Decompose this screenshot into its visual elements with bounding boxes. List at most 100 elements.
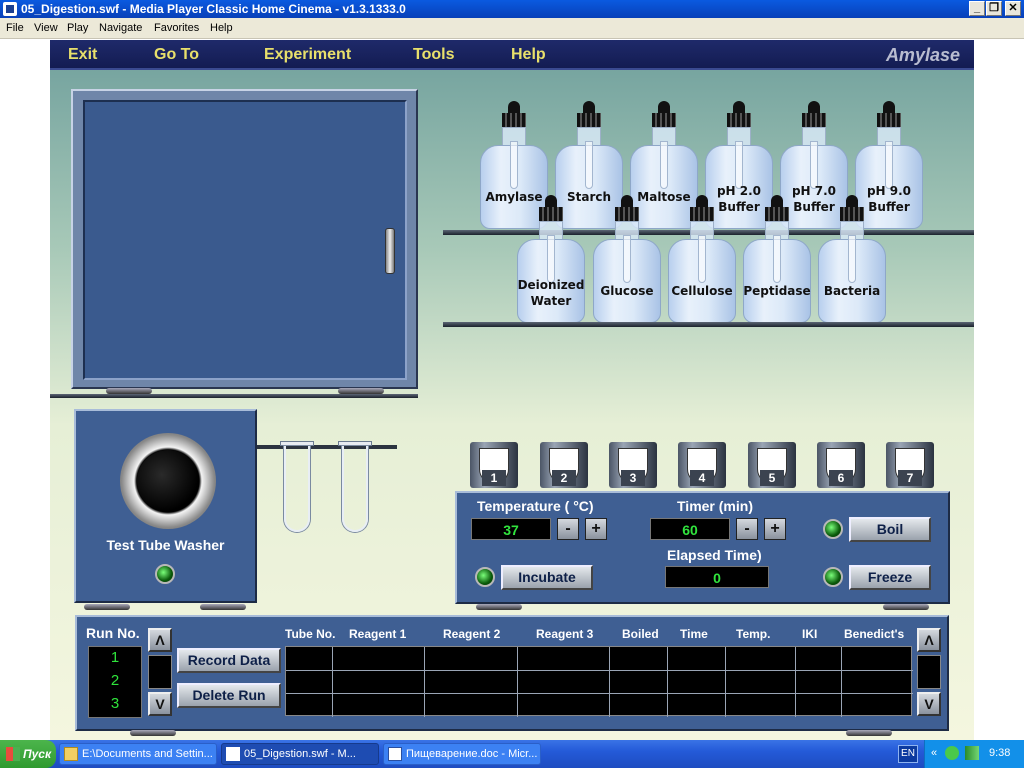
bottle-deionized-water[interactable]: Deionized Water (517, 195, 585, 323)
tube-slot-3[interactable]: 3 (609, 442, 657, 490)
column-header-tube-no: Tube No. (285, 627, 336, 641)
tube-slot-4[interactable]: 4 (678, 442, 726, 490)
menu-play[interactable]: Play (67, 22, 88, 34)
start-button[interactable]: Пуск (0, 740, 56, 768)
tube-slot-2[interactable]: 2 (540, 442, 588, 490)
slot-number: 7 (898, 470, 922, 486)
test-tube[interactable] (280, 441, 314, 533)
table-scroll-track[interactable] (917, 655, 941, 689)
run-item[interactable]: 2 (89, 672, 141, 689)
incubator-cabinet[interactable] (71, 89, 418, 389)
minimize-button[interactable]: _ (969, 1, 985, 16)
tube-slot-6[interactable]: 6 (817, 442, 865, 490)
dropper (660, 141, 668, 189)
dropper (547, 235, 555, 283)
nav-tools[interactable]: Tools (413, 46, 454, 64)
column-header-reagent-2: Reagent 2 (443, 627, 501, 641)
temperature-increase-button[interactable]: + (585, 518, 607, 540)
column-header-reagent-1: Reagent 1 (349, 627, 407, 641)
freeze-button[interactable]: Freeze (849, 565, 931, 590)
incubate-button[interactable]: Incubate (501, 565, 593, 590)
timer-increase-button[interactable]: + (764, 518, 786, 540)
taskbar: Пуск E:\Documents and Settin... 05_Diges… (0, 740, 1024, 768)
column-header-boiled: Boiled (622, 627, 659, 641)
bottle-label: Glucose (600, 284, 654, 298)
dropper (585, 141, 593, 189)
tray-expand-icon[interactable]: « (931, 747, 937, 759)
boil-button[interactable]: Boil (849, 517, 931, 542)
washer-opening[interactable] (120, 433, 216, 529)
cap-ring (765, 207, 789, 221)
bottle-bacteria[interactable]: Bacteria (818, 195, 886, 323)
tube-slot-1[interactable]: 1 (470, 442, 518, 490)
tube-slot-7[interactable]: 7 (886, 442, 934, 490)
maximize-button[interactable]: ❐ (986, 1, 1002, 16)
nav-help[interactable]: Help (511, 46, 546, 64)
run-number-label: Run No. (86, 625, 140, 641)
lower-shelf (443, 322, 974, 327)
tube-glass (284, 446, 310, 532)
table-scroll-down-button[interactable]: V (917, 692, 941, 716)
menu-view[interactable]: View (34, 22, 58, 34)
signal-icon[interactable] (965, 746, 979, 760)
run-item[interactable]: 3 (89, 695, 141, 712)
menu-bar: File View Play Navigate Favorites Help (0, 18, 1024, 39)
taskbar-item-media-player[interactable]: 05_Digestion.swf - M... (221, 743, 379, 765)
results-table[interactable] (285, 646, 913, 717)
taskbar-item-word[interactable]: Пищеварение.doc - Micr... (383, 743, 541, 765)
tube-slot-5[interactable]: 5 (748, 442, 796, 490)
test-tube[interactable] (338, 441, 372, 533)
slot-number: 6 (829, 470, 853, 486)
washer-label: Test Tube Washer (106, 537, 225, 553)
slot-number: 5 (760, 470, 784, 486)
temperature-decrease-button[interactable]: - (557, 518, 579, 540)
table-foot-right (846, 730, 892, 736)
table-scroll-up-button[interactable]: Λ (917, 628, 941, 652)
word-icon (388, 747, 402, 761)
menu-help[interactable]: Help (210, 22, 233, 34)
cabinet-door[interactable] (83, 100, 407, 380)
bottle-peptidase[interactable]: Peptidase (743, 195, 811, 323)
temperature-display: 37 (471, 518, 551, 540)
run-list[interactable]: 1 2 3 (88, 646, 142, 718)
menu-file[interactable]: File (6, 22, 24, 34)
door-handle[interactable] (385, 228, 395, 274)
nav-go-to[interactable]: Go To (154, 46, 199, 64)
taskbar-item-explorer[interactable]: E:\Documents and Settin... (59, 743, 217, 765)
window-title-bar[interactable]: 05_Digestion.swf - Media Player Classic … (0, 0, 1024, 18)
clock[interactable]: 9:38 (989, 747, 1010, 759)
run-scroll-up-button[interactable]: Λ (148, 628, 172, 652)
record-data-button[interactable]: Record Data (177, 648, 281, 673)
dropper (510, 141, 518, 189)
elapsed-time-label: Elapsed Time) (667, 547, 762, 563)
close-button[interactable]: ✕ (1005, 1, 1021, 16)
cap-ring (615, 207, 639, 221)
run-scroll-track[interactable] (148, 655, 172, 689)
cap-ring (690, 207, 714, 221)
dropper (698, 235, 706, 283)
run-scroll-down-button[interactable]: V (148, 692, 172, 716)
cabinet-foot-right (338, 388, 384, 394)
bottle-cellulose[interactable]: Cellulose (668, 195, 736, 323)
incubate-indicator-light (475, 567, 495, 587)
cabinet-foot-left (106, 388, 152, 394)
nav-experiment[interactable]: Experiment (264, 46, 351, 64)
menu-favorites[interactable]: Favorites (154, 22, 199, 34)
timer-decrease-button[interactable]: - (736, 518, 758, 540)
menu-navigate[interactable]: Navigate (99, 22, 142, 34)
test-tube-washer[interactable]: Test Tube Washer (74, 409, 257, 603)
language-indicator[interactable]: EN (898, 745, 918, 763)
test-tube-rack (257, 445, 397, 449)
nav-exit[interactable]: Exit (68, 46, 97, 64)
folder-icon (64, 747, 78, 761)
slot-number: 3 (621, 470, 645, 486)
cap-ring (802, 113, 826, 127)
delete-run-button[interactable]: Delete Run (177, 683, 281, 708)
panel-foot-right (883, 604, 929, 610)
bottle-glucose[interactable]: Glucose (593, 195, 661, 323)
sim-title: Amylase (885, 45, 960, 65)
simulation-area: Exit Go To Experiment Tools Help Amylase… (50, 40, 974, 740)
run-item[interactable]: 1 (89, 649, 141, 666)
network-icon[interactable] (945, 746, 959, 760)
bottle-label: Bacteria (823, 284, 881, 298)
